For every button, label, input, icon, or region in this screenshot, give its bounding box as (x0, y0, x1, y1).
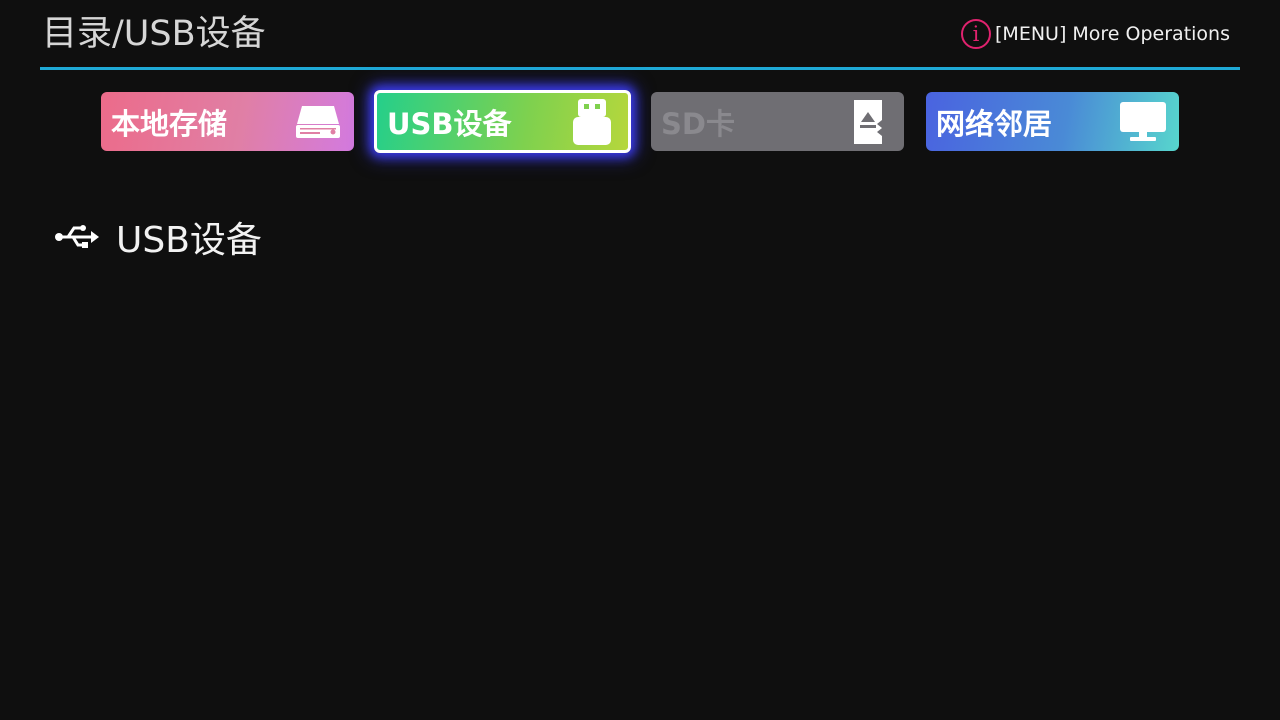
usb-symbol-icon (54, 222, 100, 252)
tab-local-storage[interactable]: 本地存储 (101, 92, 354, 151)
usb-stick-icon (566, 98, 618, 146)
monitor-icon (1117, 98, 1169, 146)
menu-hint-label: [MENU] More Operations (995, 23, 1230, 45)
page-title: 目录/USB设备 (42, 14, 266, 54)
tab-usb-device[interactable]: USB设备 (374, 90, 631, 153)
menu-hint: i [MENU] More Operations (961, 17, 1230, 51)
info-icon: i (961, 19, 992, 49)
tab-label: 网络邻居 (936, 106, 1053, 141)
sd-card-icon (842, 98, 894, 146)
tab-label: 本地存储 (111, 106, 228, 141)
list-item-label: USB设备 (116, 220, 262, 261)
tab-label: SD卡 (661, 106, 735, 141)
hard-drive-icon (292, 98, 344, 146)
tab-network-neighborhood[interactable]: 网络邻居 (926, 92, 1179, 151)
tab-sd-card[interactable]: SD卡 (651, 92, 904, 151)
header-divider (40, 67, 1240, 70)
tab-label: USB设备 (387, 106, 512, 141)
list-item[interactable]: USB设备 (54, 212, 262, 262)
